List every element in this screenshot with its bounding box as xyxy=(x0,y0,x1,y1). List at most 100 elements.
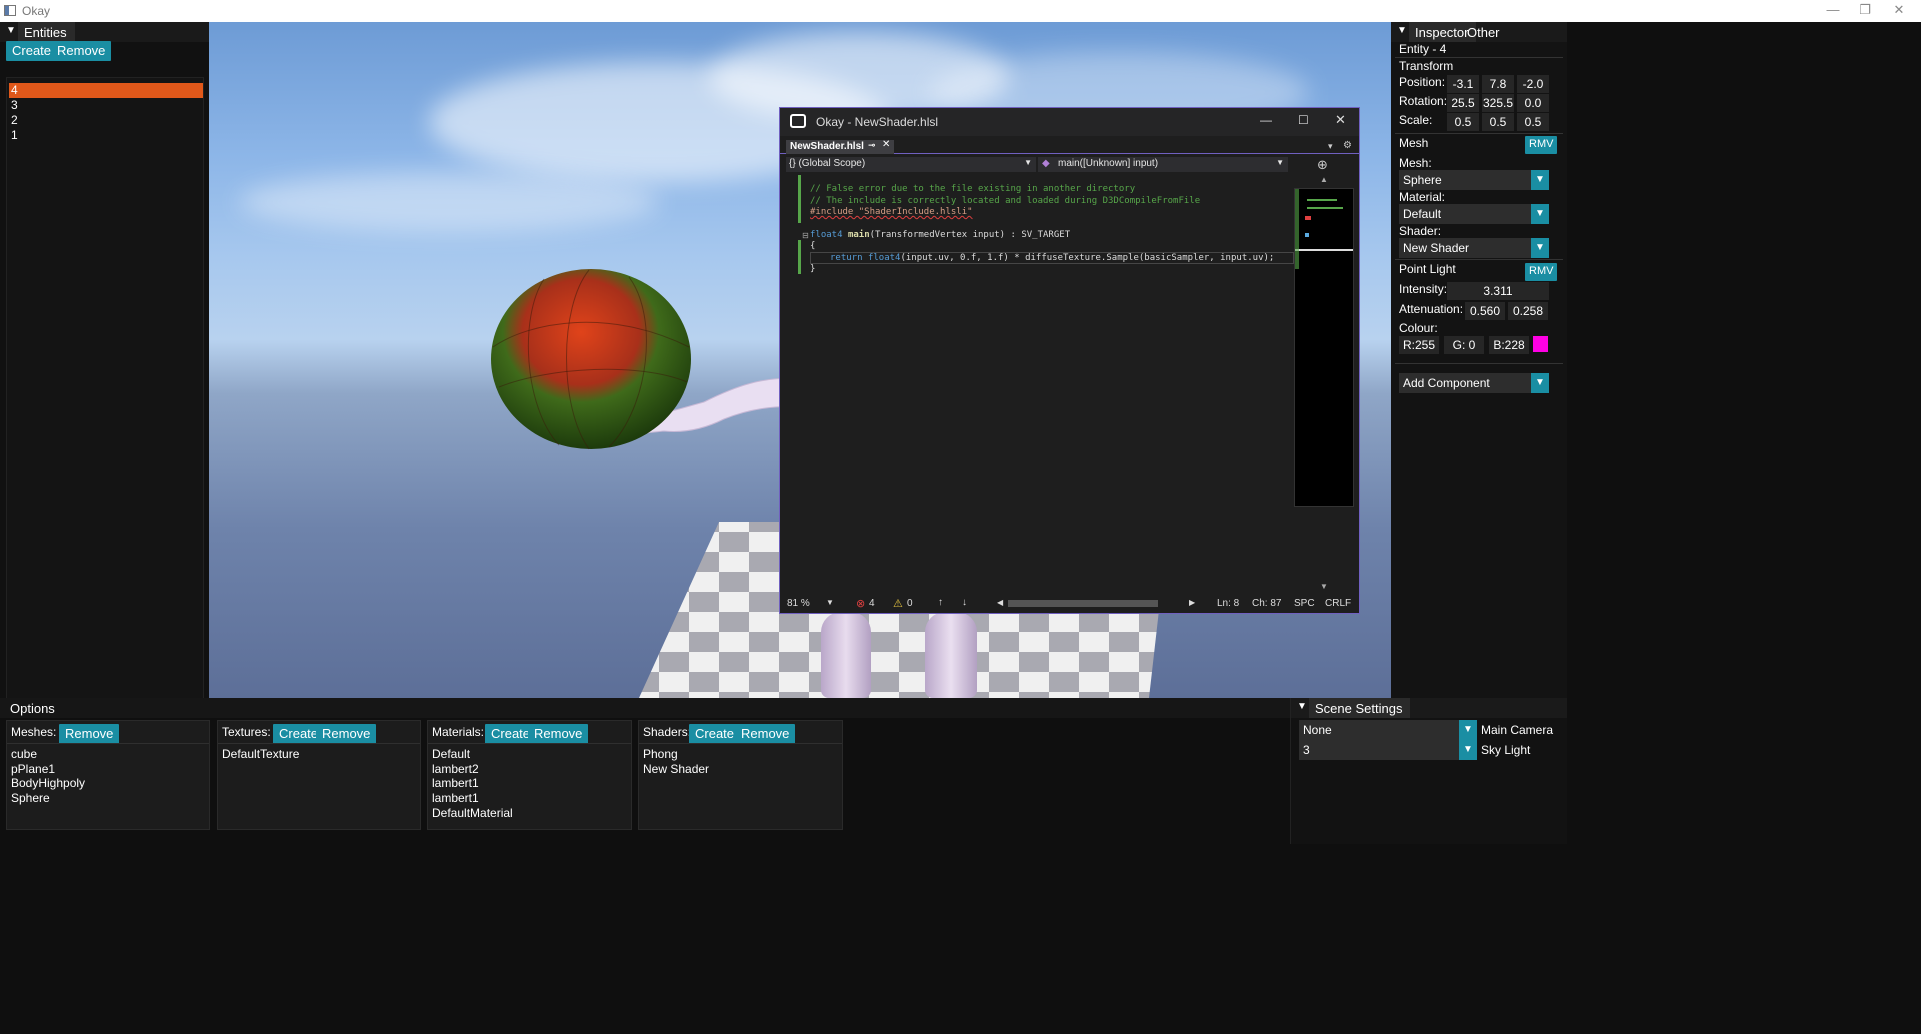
scroll-down-icon[interactable]: ▼ xyxy=(1294,582,1354,592)
entities-panel: ▼ Entities Create Remove 4 3 2 1 xyxy=(0,22,209,707)
mesh-select[interactable]: Sphere ▼ xyxy=(1399,170,1549,190)
tab-entities[interactable]: Entities xyxy=(18,22,75,42)
tab-dropdown-icon[interactable]: ▾ xyxy=(1328,141,1333,152)
attenuation-linear-field[interactable]: 0.560 xyxy=(1465,302,1505,320)
tab-newshader[interactable]: NewShader.hlsl ⊸ ✕ xyxy=(786,139,894,154)
tab-scene-settings[interactable]: Scene Settings xyxy=(1309,698,1411,718)
scale-x-field[interactable]: 0.5 xyxy=(1447,113,1479,131)
minimize-button[interactable]: — xyxy=(1818,2,1848,20)
rotation-z-field[interactable]: 0.0 xyxy=(1517,94,1549,112)
material-select[interactable]: Default ▼ xyxy=(1399,204,1549,224)
create-shader-button[interactable]: Create xyxy=(689,724,741,744)
attenuation-quadratic-field[interactable]: 0.258 xyxy=(1508,302,1548,320)
scope-right-label: main([Unknown] input) xyxy=(1058,158,1159,169)
material-list-item[interactable]: lambert1 xyxy=(432,776,479,790)
chevron-down-icon: ▼ xyxy=(1531,238,1549,258)
tab-close-icon[interactable]: ✕ xyxy=(882,139,890,150)
function-dropdown[interactable]: ◆ main([Unknown] input) ▼ xyxy=(1038,157,1288,172)
rotation-x-field[interactable]: 25.5 xyxy=(1447,94,1479,112)
collapse-arrow-icon[interactable]: ▼ xyxy=(1297,701,1307,712)
remove-light-component-button[interactable]: RMV xyxy=(1525,263,1558,281)
previous-issue-icon[interactable]: ↑ xyxy=(938,597,943,608)
zoom-level[interactable]: 81 % xyxy=(787,598,810,609)
mesh-list-item[interactable]: Sphere xyxy=(11,791,50,805)
sky-light-select[interactable]: 3 ▼ xyxy=(1299,740,1477,760)
code-include-line[interactable]: #include "ShaderInclude.hlsli" xyxy=(810,207,973,217)
mesh-list-item[interactable]: cube xyxy=(11,747,37,761)
scope-dropdown[interactable]: {} (Global Scope) ▼ xyxy=(786,157,1036,172)
warning-icon[interactable]: ⚠ xyxy=(893,597,903,610)
intensity-field[interactable]: 3.311 xyxy=(1447,282,1549,300)
rotation-y-field[interactable]: 325.5 xyxy=(1482,94,1514,112)
error-icon[interactable]: ⊗ xyxy=(856,597,865,610)
scale-y-field[interactable]: 0.5 xyxy=(1482,113,1514,131)
next-issue-icon[interactable]: ↓ xyxy=(962,597,967,608)
minimap-line xyxy=(1307,207,1343,209)
editor-close-icon[interactable]: ✕ xyxy=(1335,112,1346,128)
entity-item[interactable]: 2 xyxy=(11,113,18,127)
horizontal-scrollbar[interactable] xyxy=(1008,600,1158,607)
visual-studio-icon xyxy=(790,114,806,128)
editor-status-bar: 81 % ▼ ⊗ 4 ⚠ 0 ↑ ↓ ◀ ▶ Ln: 8 Ch: 87 SPC … xyxy=(780,595,1359,613)
indent-mode[interactable]: SPC xyxy=(1294,598,1315,609)
tab-other[interactable]: Other xyxy=(1467,25,1500,40)
close-button[interactable]: ✕ xyxy=(1884,2,1914,20)
scroll-up-icon[interactable]: ▲ xyxy=(1294,175,1354,187)
material-list-item[interactable]: lambert2 xyxy=(432,762,479,776)
remove-material-button[interactable]: Remove xyxy=(528,724,589,744)
line-ending[interactable]: CRLF xyxy=(1325,598,1351,609)
divider xyxy=(7,743,209,744)
add-component-select[interactable]: Add Component ▼ xyxy=(1399,373,1549,393)
shader-select[interactable]: New Shader ▼ xyxy=(1399,238,1549,258)
position-y-field[interactable]: 7.8 xyxy=(1482,75,1514,93)
remove-mesh-component-button[interactable]: RMV xyxy=(1525,136,1558,154)
shader-list-item[interactable]: Phong xyxy=(643,747,678,761)
code-minimap[interactable] xyxy=(1294,188,1354,507)
material-list-item[interactable]: Default xyxy=(432,747,470,761)
colour-g-field[interactable]: G: 0 xyxy=(1444,336,1484,354)
create-entity-button[interactable]: Create xyxy=(6,41,58,61)
minimap-viewport-line xyxy=(1295,249,1353,251)
position-x-field[interactable]: -3.1 xyxy=(1447,75,1479,93)
scroll-right-icon[interactable]: ▶ xyxy=(1189,598,1195,607)
remove-entity-button[interactable]: Remove xyxy=(51,41,112,61)
sky-light-value: 3 xyxy=(1303,743,1310,757)
code-comment-line[interactable]: // The include is correctly located and … xyxy=(810,196,1200,206)
code-return-line[interactable]: return float4(input.uv, 0.f, 1.f) * diff… xyxy=(830,253,1274,263)
entity-item[interactable]: 3 xyxy=(11,98,18,112)
colour-b-field[interactable]: B:228 xyxy=(1489,336,1529,354)
code-comment-line[interactable]: // False error due to the file existing … xyxy=(810,184,1135,194)
main-camera-select[interactable]: None ▼ xyxy=(1299,720,1477,740)
position-z-field[interactable]: -2.0 xyxy=(1517,75,1549,93)
shader-editor-window[interactable]: Okay - NewShader.hlsl — ☐ ✕ NewShader.hl… xyxy=(779,107,1360,614)
entity-item[interactable]: 4 xyxy=(11,83,18,97)
collapse-arrow-icon[interactable]: ▼ xyxy=(1397,25,1407,36)
mesh-list-item[interactable]: BodyHighpoly xyxy=(11,776,85,790)
editor-minimize-icon[interactable]: — xyxy=(1260,113,1272,127)
colour-swatch[interactable] xyxy=(1533,336,1548,352)
collapse-arrow-icon[interactable]: ▼ xyxy=(6,25,16,36)
material-list-item[interactable]: DefaultMaterial xyxy=(432,806,513,820)
settings-gear-icon[interactable]: ⚙ xyxy=(1343,140,1352,151)
zoom-dropdown-icon[interactable]: ▼ xyxy=(826,598,834,607)
entity-item[interactable]: 1 xyxy=(11,128,18,142)
scale-z-field[interactable]: 0.5 xyxy=(1517,113,1549,131)
material-list-item[interactable]: lambert1 xyxy=(432,791,479,805)
texture-list-item[interactable]: DefaultTexture xyxy=(222,747,299,761)
code-brace[interactable]: { xyxy=(810,241,815,251)
restore-button[interactable]: ❐ xyxy=(1850,2,1880,20)
mesh-list-item[interactable]: pPlane1 xyxy=(11,762,55,776)
collapse-icon[interactable]: ⊟ xyxy=(802,231,809,240)
remove-texture-button[interactable]: Remove xyxy=(316,724,377,744)
model-leg xyxy=(821,612,871,698)
pin-icon[interactable]: ⊸ xyxy=(868,140,876,151)
split-icon[interactable]: ⊕ xyxy=(1317,157,1328,173)
editor-maximize-icon[interactable]: ☐ xyxy=(1298,113,1309,127)
remove-shader-button[interactable]: Remove xyxy=(735,724,796,744)
code-brace[interactable]: } xyxy=(810,264,815,274)
remove-mesh-button[interactable]: Remove xyxy=(59,724,120,744)
shader-list-item[interactable]: New Shader xyxy=(643,762,709,776)
code-function-line[interactable]: float4 main(TransformedVertex input) : S… xyxy=(810,230,1070,240)
scroll-left-icon[interactable]: ◀ xyxy=(997,598,1003,607)
colour-r-field[interactable]: R:255 xyxy=(1399,336,1439,354)
